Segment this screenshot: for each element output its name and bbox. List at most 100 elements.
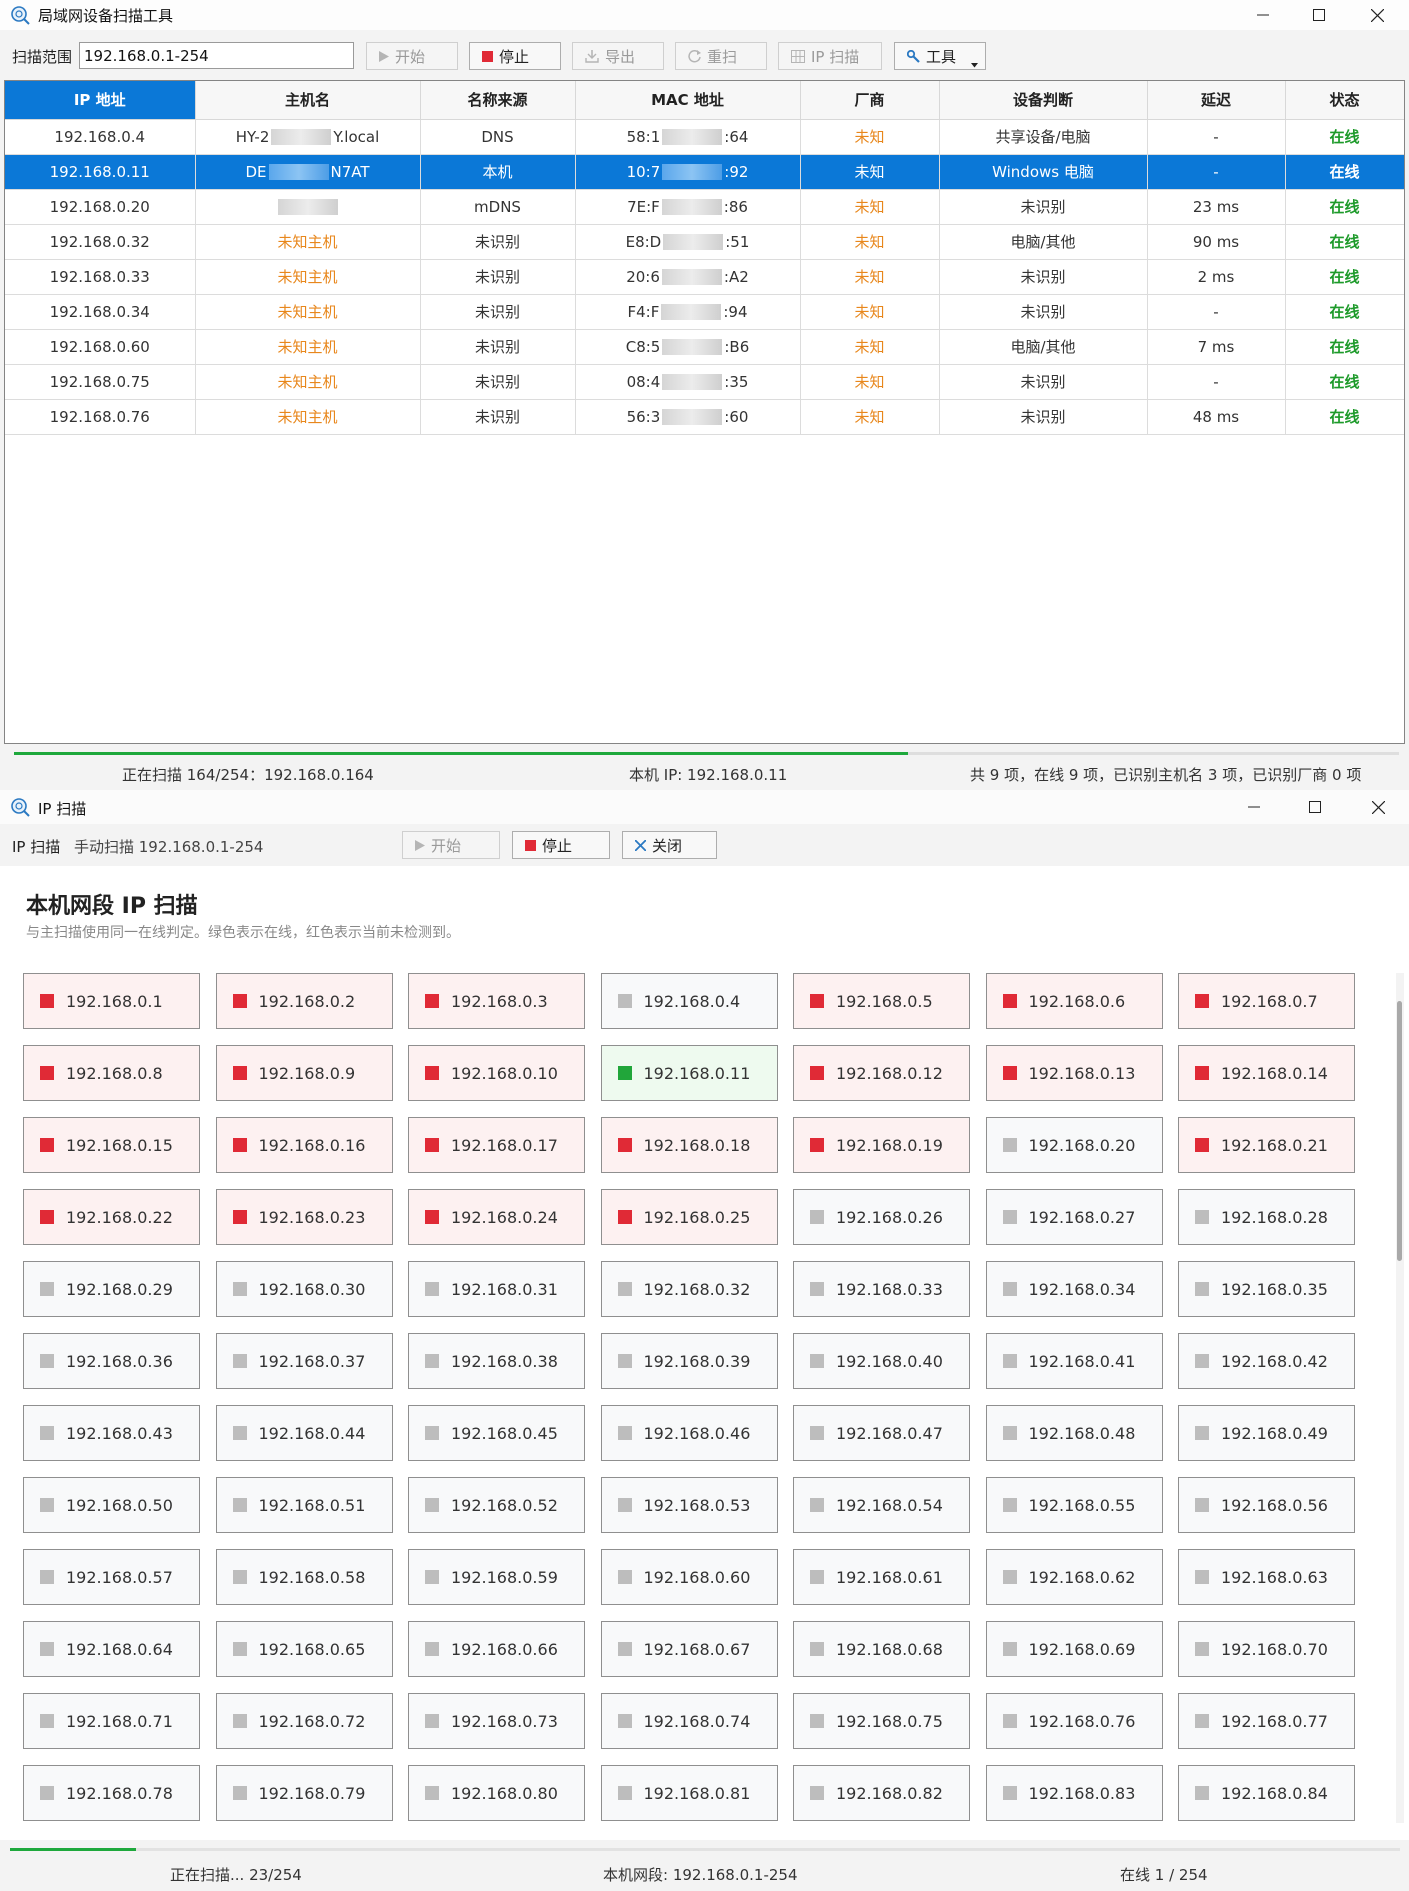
- ip-cell[interactable]: 192.168.0.1: [23, 973, 200, 1029]
- export-button[interactable]: 导出: [572, 42, 664, 70]
- ip-cell[interactable]: 192.168.0.25: [600, 1189, 778, 1245]
- ip-cell[interactable]: 192.168.0.16: [215, 1117, 393, 1173]
- ip-cell[interactable]: 192.168.0.23: [215, 1189, 393, 1245]
- ip-cell[interactable]: 192.168.0.61: [793, 1549, 970, 1605]
- ip-cell[interactable]: 192.168.0.69: [985, 1621, 1163, 1677]
- scrollbar-thumb[interactable]: [1397, 1001, 1402, 1261]
- ip-cell[interactable]: 192.168.0.20: [985, 1117, 1163, 1173]
- ip-cell[interactable]: 192.168.0.4: [600, 973, 778, 1029]
- ip-cell[interactable]: 192.168.0.10: [408, 1045, 585, 1101]
- ip-cell[interactable]: 192.168.0.15: [23, 1117, 200, 1173]
- ip-cell[interactable]: 192.168.0.57: [23, 1549, 200, 1605]
- ip-cell[interactable]: 192.168.0.30: [215, 1261, 393, 1317]
- ip-cell[interactable]: 192.168.0.2: [215, 973, 393, 1029]
- ip-cell[interactable]: 192.168.0.34: [985, 1261, 1163, 1317]
- ip-grid-scrollbar[interactable]: [1396, 973, 1404, 1823]
- start-button[interactable]: 开始: [366, 42, 458, 70]
- ip-cell[interactable]: 192.168.0.71: [23, 1693, 200, 1749]
- table-row[interactable]: 192.168.0.76 未知主机 未识别 56:3:60 未知 未识别 48 ms 在线: [5, 399, 1404, 435]
- ip-cell[interactable]: 192.168.0.82: [793, 1765, 970, 1821]
- maximize-button[interactable]: [1286, 790, 1344, 824]
- ip-cell[interactable]: 192.168.0.41: [985, 1333, 1163, 1389]
- table-row[interactable]: 192.168.0.11 DE N7AT 本机 10:7:92 未知 Windows 电脑 -…: [5, 154, 1404, 190]
- ip-cell[interactable]: 192.168.0.14: [1178, 1045, 1355, 1101]
- ip-cell[interactable]: 192.168.0.31: [408, 1261, 585, 1317]
- column-header-status[interactable]: 状态: [1285, 81, 1404, 120]
- column-header-vendor[interactable]: 厂商: [800, 81, 940, 120]
- ip-cell[interactable]: 192.168.0.65: [215, 1621, 393, 1677]
- table-row[interactable]: 192.168.0.75 未知主机 未识别 08:4:35 未知 未识别 - 在线: [5, 364, 1404, 400]
- ip-cell[interactable]: 192.168.0.48: [985, 1405, 1163, 1461]
- ip-cell[interactable]: 192.168.0.50: [23, 1477, 200, 1533]
- ip-cell[interactable]: 192.168.0.38: [408, 1333, 585, 1389]
- ip-cell[interactable]: 192.168.0.83: [985, 1765, 1163, 1821]
- ip-cell[interactable]: 192.168.0.77: [1178, 1693, 1355, 1749]
- ip-cell[interactable]: 192.168.0.11: [600, 1045, 778, 1101]
- ip-cell[interactable]: 192.168.0.24: [408, 1189, 585, 1245]
- ip-cell[interactable]: 192.168.0.59: [408, 1549, 585, 1605]
- ip-cell[interactable]: 192.168.0.52: [408, 1477, 585, 1533]
- tools-dropdown[interactable]: 工具: [894, 42, 986, 70]
- ip-cell[interactable]: 192.168.0.8: [23, 1045, 200, 1101]
- ip-cell[interactable]: 192.168.0.36: [23, 1333, 200, 1389]
- ip-scan-close-button[interactable]: 关闭: [622, 831, 717, 859]
- ip-cell[interactable]: 192.168.0.17: [408, 1117, 585, 1173]
- ip-cell[interactable]: 192.168.0.81: [600, 1765, 778, 1821]
- table-row[interactable]: 192.168.0.33 未知主机 未识别 20:6:A2 未知 未识别 2 ms 在线: [5, 259, 1404, 295]
- table-row[interactable]: 192.168.0.34 未知主机 未识别 F4:F:94 未知 未识别 - 在线: [5, 294, 1404, 330]
- column-header-mac[interactable]: MAC 地址: [575, 81, 801, 120]
- column-header-device-type[interactable]: 设备判断: [939, 81, 1148, 120]
- ip-cell[interactable]: 192.168.0.22: [23, 1189, 200, 1245]
- ip-cell[interactable]: 192.168.0.5: [793, 973, 970, 1029]
- ip-scan-button[interactable]: IP 扫描: [778, 42, 882, 70]
- ip-cell[interactable]: 192.168.0.76: [985, 1693, 1163, 1749]
- stop-button[interactable]: 停止: [469, 42, 561, 70]
- ip-cell[interactable]: 192.168.0.3: [408, 973, 585, 1029]
- ip-cell[interactable]: 192.168.0.78: [23, 1765, 200, 1821]
- ip-cell[interactable]: 192.168.0.53: [600, 1477, 778, 1533]
- ip-cell[interactable]: 192.168.0.35: [1178, 1261, 1355, 1317]
- ip-cell[interactable]: 192.168.0.70: [1178, 1621, 1355, 1677]
- ip-cell[interactable]: 192.168.0.37: [215, 1333, 393, 1389]
- close-window-button[interactable]: [1348, 0, 1406, 30]
- ip-cell[interactable]: 192.168.0.21: [1178, 1117, 1355, 1173]
- column-header-latency[interactable]: 延迟: [1147, 81, 1286, 120]
- ip-cell[interactable]: 192.168.0.39: [600, 1333, 778, 1389]
- ip-cell[interactable]: 192.168.0.79: [215, 1765, 393, 1821]
- ip-cell[interactable]: 192.168.0.62: [985, 1549, 1163, 1605]
- ip-cell[interactable]: 192.168.0.49: [1178, 1405, 1355, 1461]
- ip-cell[interactable]: 192.168.0.7: [1178, 973, 1355, 1029]
- close-window-button[interactable]: [1349, 790, 1407, 824]
- ip-cell[interactable]: 192.168.0.63: [1178, 1549, 1355, 1605]
- ip-cell[interactable]: 192.168.0.55: [985, 1477, 1163, 1533]
- scan-range-input[interactable]: [79, 42, 354, 69]
- ip-cell[interactable]: 192.168.0.73: [408, 1693, 585, 1749]
- ip-cell[interactable]: 192.168.0.60: [600, 1549, 778, 1605]
- ip-cell[interactable]: 192.168.0.58: [215, 1549, 393, 1605]
- ip-cell[interactable]: 192.168.0.13: [985, 1045, 1163, 1101]
- ip-cell[interactable]: 192.168.0.84: [1178, 1765, 1355, 1821]
- ip-cell[interactable]: 192.168.0.32: [600, 1261, 778, 1317]
- ip-cell[interactable]: 192.168.0.74: [600, 1693, 778, 1749]
- table-row[interactable]: 192.168.0.32 未知主机 未识别 E8:D:51 未知 电脑/其他 90 ms 在线: [5, 224, 1404, 260]
- ip-scan-start-button[interactable]: 开始: [402, 831, 500, 859]
- rescan-button[interactable]: 重扫: [675, 42, 767, 70]
- maximize-button[interactable]: [1290, 0, 1348, 30]
- minimize-button[interactable]: [1225, 790, 1283, 824]
- ip-cell[interactable]: 192.168.0.45: [408, 1405, 585, 1461]
- ip-cell[interactable]: 192.168.0.66: [408, 1621, 585, 1677]
- table-row[interactable]: 192.168.0.60 未知主机 未识别 C8:5:B6 未知 电脑/其他 7 ms 在线: [5, 329, 1404, 365]
- ip-cell[interactable]: 192.168.0.47: [793, 1405, 970, 1461]
- ip-cell[interactable]: 192.168.0.9: [215, 1045, 393, 1101]
- ip-cell[interactable]: 192.168.0.44: [215, 1405, 393, 1461]
- ip-cell[interactable]: 192.168.0.75: [793, 1693, 970, 1749]
- ip-cell[interactable]: 192.168.0.28: [1178, 1189, 1355, 1245]
- ip-cell[interactable]: 192.168.0.68: [793, 1621, 970, 1677]
- ip-cell[interactable]: 192.168.0.54: [793, 1477, 970, 1533]
- column-header-ip[interactable]: IP 地址: [5, 81, 196, 120]
- ip-cell[interactable]: 192.168.0.27: [985, 1189, 1163, 1245]
- ip-cell[interactable]: 192.168.0.42: [1178, 1333, 1355, 1389]
- ip-cell[interactable]: 192.168.0.56: [1178, 1477, 1355, 1533]
- column-header-hostname[interactable]: 主机名: [195, 81, 421, 120]
- ip-cell[interactable]: 192.168.0.6: [985, 973, 1163, 1029]
